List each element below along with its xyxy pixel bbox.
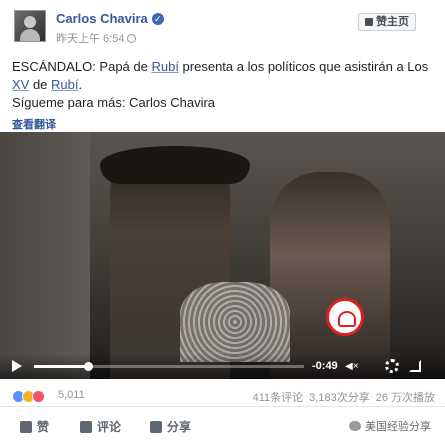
settings-gear-icon[interactable] [385, 359, 399, 373]
post-header: Carlos Chavira ✓ 昨天上午 6:54 赞主页 [0, 0, 445, 52]
post-timestamp[interactable]: 昨天上午 6:54 [56, 30, 137, 46]
share-label: 分享 [167, 420, 192, 434]
comment-button[interactable]: 评论 [80, 418, 121, 435]
post-text-segment: . [78, 77, 83, 92]
video-hat [100, 146, 250, 184]
video-progress-bar[interactable] [34, 362, 304, 371]
post-text-segment: de [29, 77, 52, 92]
post-text-segment: presenta a los políticos que asistirán a… [178, 59, 429, 74]
video-player[interactable]: -0:49 ◀× [0, 132, 445, 379]
verified-badge-icon: ✓ [151, 13, 164, 25]
globe-icon [127, 34, 137, 43]
post-stats-bar: 5,011 411条评论 3,183次分享 26 万次播放 [0, 385, 445, 407]
comment-label: 评论 [97, 420, 122, 434]
author-name-text[interactable]: Carlos Chavira [56, 11, 148, 26]
time-remaining: -0:49 [312, 360, 338, 372]
watermark-text: 美国经验分享 [365, 421, 431, 433]
progress-knob[interactable] [84, 362, 93, 371]
thumbs-up-icon [365, 18, 373, 26]
share-icon [150, 421, 162, 433]
follow-line: Sígueme para más: Carlos Chavira [12, 95, 216, 110]
volume-mute-icon[interactable]: ◀× [345, 361, 359, 372]
thumbs-up-icon [20, 421, 32, 433]
comment-icon [80, 421, 92, 433]
like-button[interactable]: 赞 [20, 418, 49, 435]
like-label: 赞 [37, 420, 50, 434]
timestamp-text[interactable]: 昨天上午 6:54 [56, 33, 124, 45]
play-icon[interactable] [12, 360, 22, 372]
hashtag-link-rubi-2[interactable]: Rubí [51, 77, 78, 92]
fullscreen-icon[interactable] [409, 360, 421, 372]
view-count: 26 万次播放 [375, 392, 435, 404]
post-actions: 赞 评论 分享 美国经验分享 [0, 410, 445, 447]
video-controls: -0:49 ◀× [0, 354, 445, 379]
hashtag-link-rubi[interactable]: Rubí [151, 59, 178, 74]
video-dress-lace [180, 282, 290, 362]
reaction-count[interactable]: 5,011 [58, 389, 85, 401]
share-count[interactable]: 3,183次分享 [309, 392, 370, 404]
channel-logo-icon [326, 298, 364, 336]
video-background-detail [0, 132, 90, 379]
author-name[interactable]: Carlos Chavira ✓ [56, 11, 164, 26]
watermark: 美国经验分享 [349, 418, 431, 434]
post-text-segment: ESCÁNDALO: Papá de [12, 59, 152, 74]
hashtag-link-xv[interactable]: XV [12, 77, 29, 92]
share-button[interactable]: 分享 [150, 418, 191, 435]
reactions-summary[interactable] [12, 388, 45, 404]
like-page-button[interactable]: 赞主页 [358, 13, 416, 31]
like-page-label: 赞主页 [376, 16, 409, 28]
love-reaction-icon [32, 390, 45, 404]
post-message: ESCÁNDALO: Papá de Rubí presenta a los p… [12, 58, 437, 94]
engagement-stats: 411条评论 3,183次分享 26 万次播放 [247, 389, 435, 405]
comment-count[interactable]: 411条评论 [253, 392, 304, 404]
post-body: ESCÁNDALO: Papá de Rubí presenta a los p… [12, 58, 437, 112]
progress-fill [34, 365, 88, 368]
wechat-icon [349, 421, 361, 431]
see-translation-link[interactable]: 查看翻译 [12, 116, 56, 132]
author-avatar[interactable] [14, 10, 46, 42]
